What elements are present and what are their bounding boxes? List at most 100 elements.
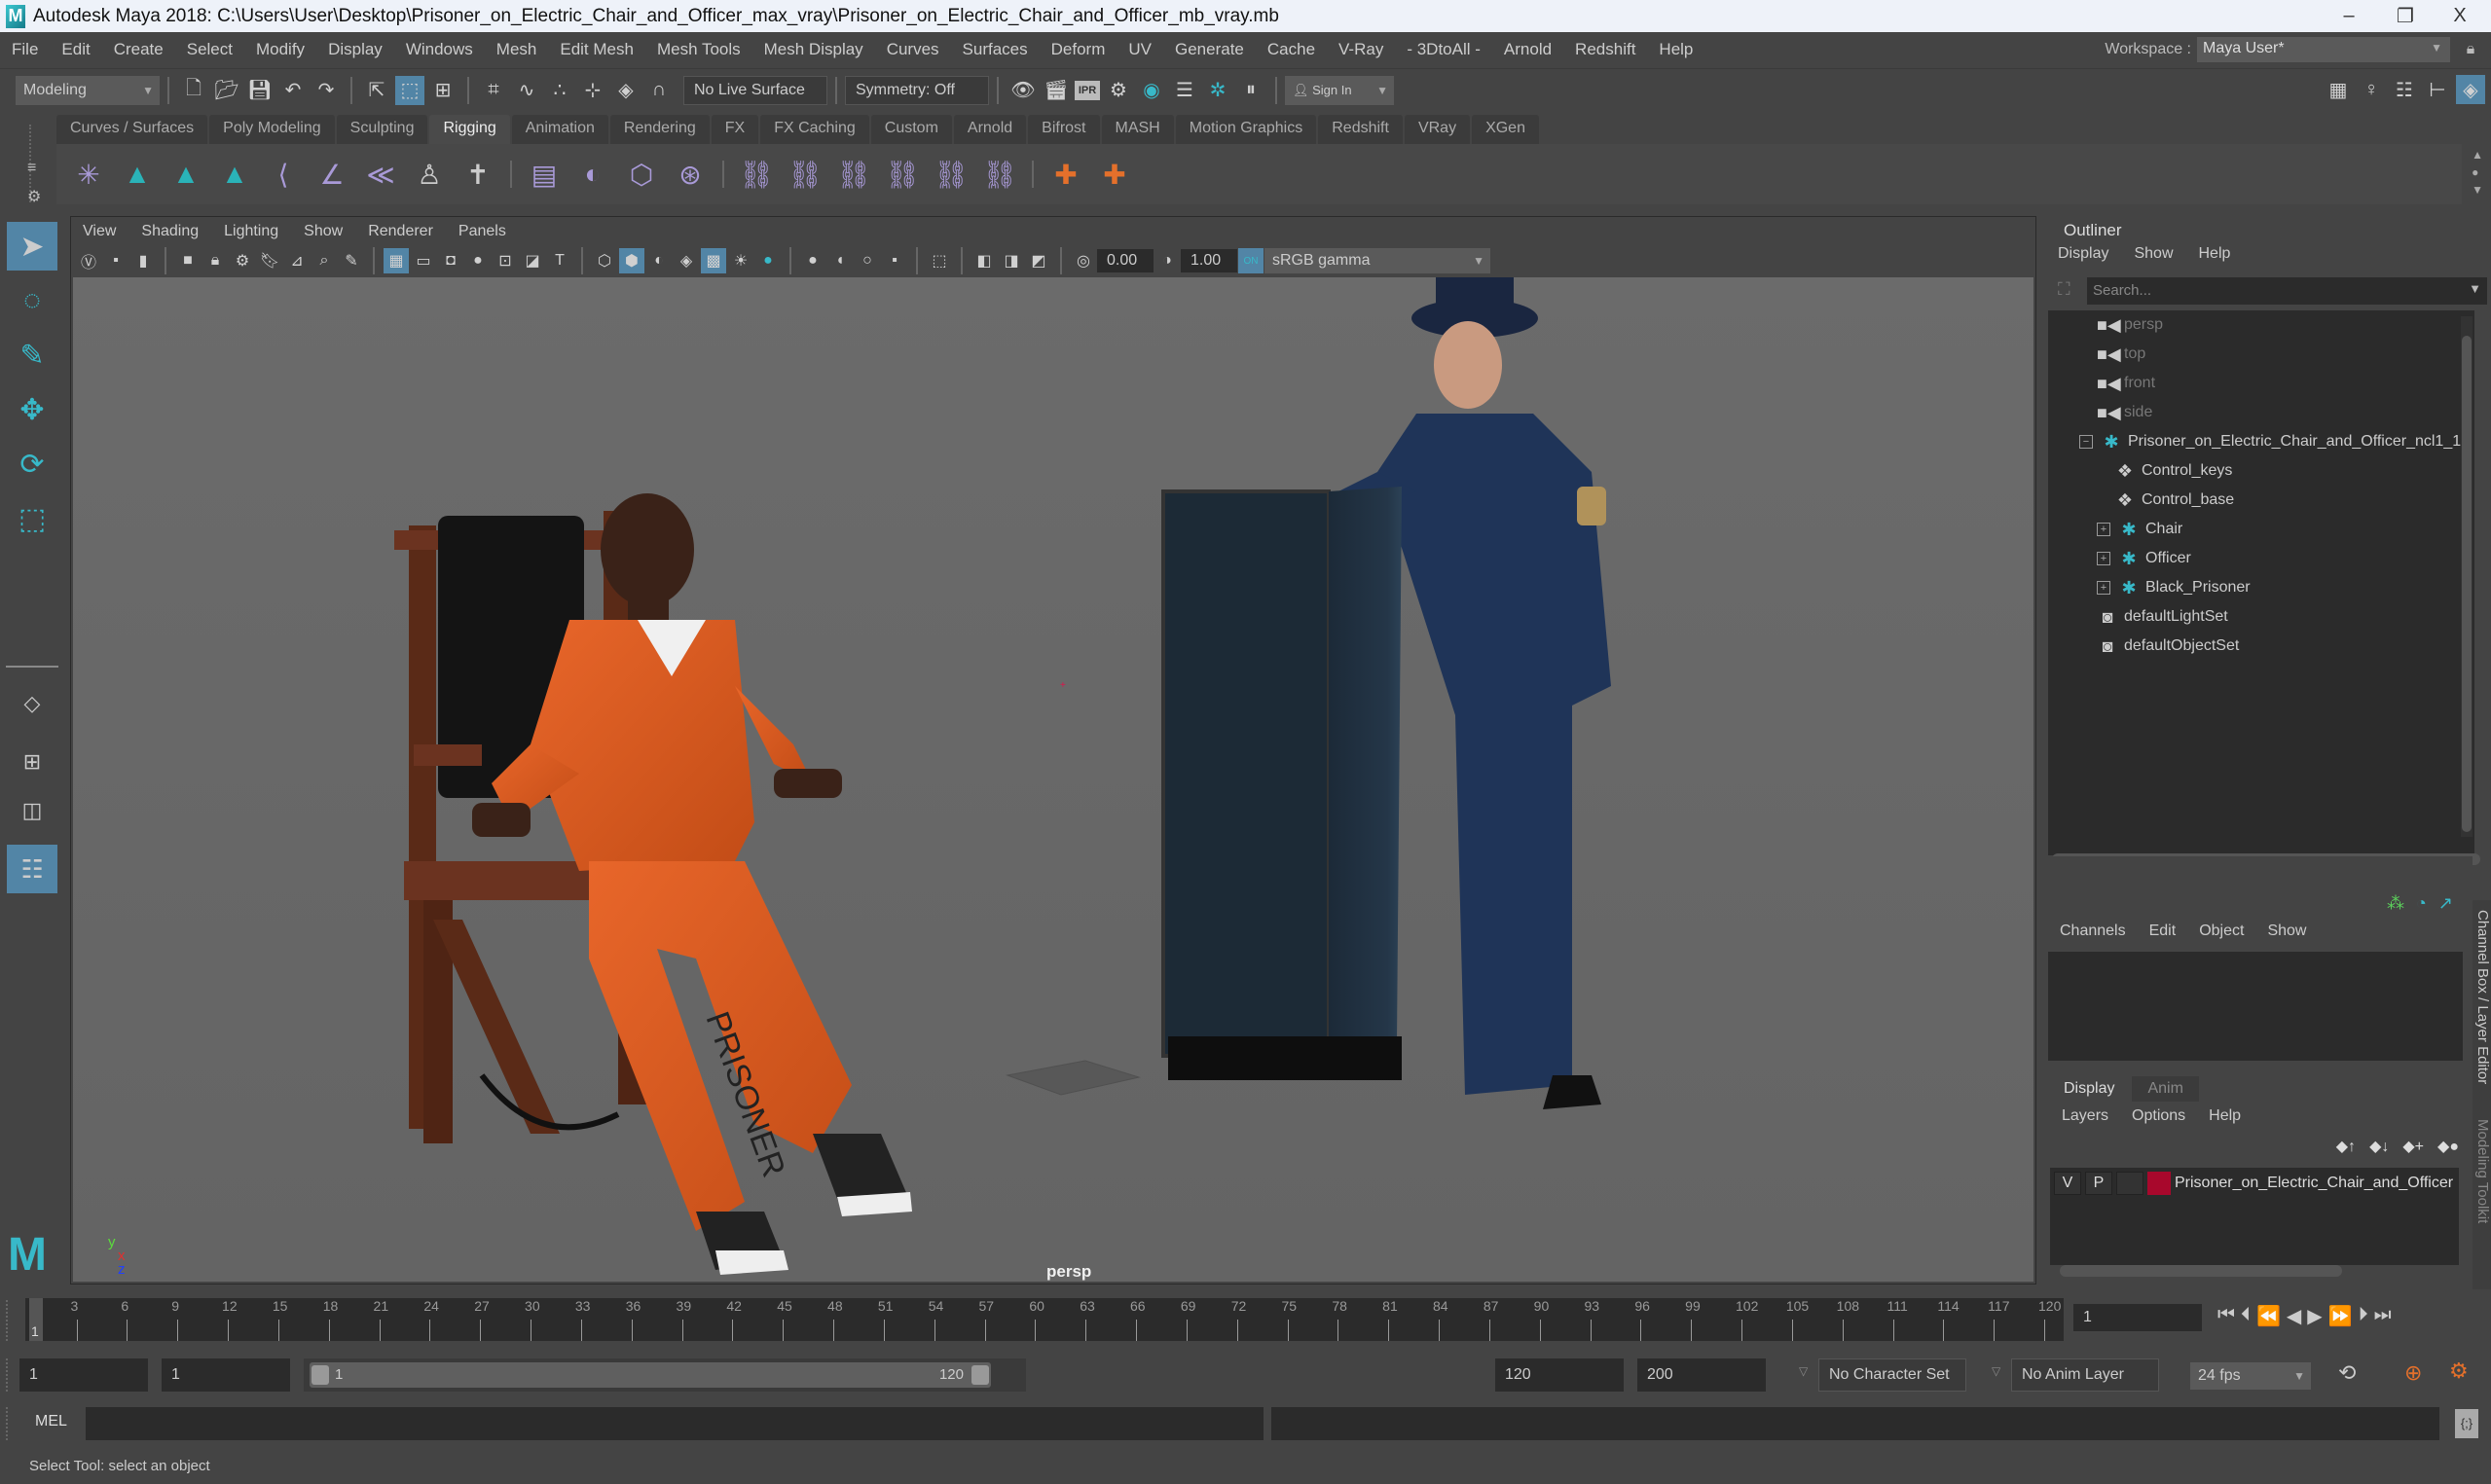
select-tool-icon[interactable]: ➤ <box>7 222 57 271</box>
snap-view-plane-icon[interactable]: ⊹ <box>578 76 607 105</box>
bind-skin-icon[interactable]: ♙ <box>409 154 450 195</box>
safe-title-icon[interactable]: T <box>547 248 572 273</box>
outliner-item-default-light-set[interactable]: ◙ defaultLightSet <box>2097 602 2228 632</box>
outliner-item-black-prisoner[interactable]: + ✱ Black_Prisoner <box>2097 573 2251 602</box>
locator-icon[interactable]: ✚ <box>1045 154 1086 195</box>
paint-select-tool-icon[interactable]: ✎ <box>7 331 57 380</box>
outliner-item-top[interactable]: ■◀︎ top <box>2097 340 2145 369</box>
animation-preferences-icon[interactable]: ⚙ <box>2449 1358 2469 1384</box>
shadows-icon[interactable]: ● <box>755 248 781 273</box>
outliner-item-root-group[interactable]: − ✱ Prisoner_on_Electric_Chair_and_Officer… <box>2079 427 2461 456</box>
shelf-tab-bifrost[interactable]: Bifrost <box>1028 115 1100 144</box>
speed-icon[interactable]: ◔ <box>2416 893 2427 914</box>
menu-help[interactable]: Help <box>1647 40 1704 59</box>
layer-color-swatch[interactable] <box>2147 1172 2171 1195</box>
wireframe-on-shaded-icon[interactable]: ◐ <box>646 248 672 273</box>
channel-box-icon[interactable]: ◈ <box>2456 75 2485 104</box>
camera-settings-icon[interactable]: ⚙ <box>230 248 255 273</box>
mel-input[interactable] <box>86 1407 1264 1440</box>
motion-blur-icon[interactable]: ◖ <box>827 248 853 273</box>
workspace-dropdown[interactable]: Maya User* <box>2197 37 2450 62</box>
outliner-vscrollbar[interactable] <box>2461 316 2473 837</box>
ik-spline-icon[interactable]: ≪ <box>360 154 401 195</box>
xray-active-icon[interactable]: ◨ <box>999 248 1024 273</box>
new-scene-icon[interactable]: 🗋 <box>179 76 208 105</box>
anim-end-field[interactable]: 120 <box>1495 1358 1624 1392</box>
pause-icon[interactable]: ⏸ <box>1236 76 1265 105</box>
layer-menu-options[interactable]: Options <box>2132 1107 2185 1125</box>
pole-vector-icon[interactable]: ⛓ <box>979 154 1020 195</box>
shelf-tab-rendering[interactable]: Rendering <box>609 115 710 144</box>
expand-toggle[interactable]: + <box>2097 581 2110 595</box>
textured-icon[interactable]: ◈ <box>674 248 699 273</box>
shelf-scroll[interactable]: ▲ ● ▼ <box>2472 146 2483 199</box>
layer-menu-help[interactable]: Help <box>2209 1107 2241 1125</box>
menu-redshift[interactable]: Redshift <box>1563 40 1647 59</box>
collapse-toggle[interactable]: − <box>2079 435 2093 449</box>
end-time-field[interactable]: 200 <box>1637 1358 1766 1392</box>
outliner-menu-display[interactable]: Display <box>2058 245 2108 263</box>
shelf-settings-icon[interactable]: ⚙ <box>27 187 41 206</box>
channel-menu-channels[interactable]: Channels <box>2060 923 2126 940</box>
snap-live-icon[interactable]: ◈ <box>611 76 641 105</box>
menu-windows[interactable]: Windows <box>394 40 485 59</box>
render-setup-icon[interactable]: ☰ <box>1170 76 1199 105</box>
four-view-layout-icon[interactable]: ⊞ <box>7 738 57 786</box>
shelf-tab-custom[interactable]: Custom <box>870 115 952 144</box>
character-controls-icon[interactable]: ♀ <box>2357 75 2386 104</box>
gamma-field[interactable]: 1.00 <box>1181 249 1237 272</box>
modeling-toolkit-icon[interactable]: ▦ <box>2324 75 2353 104</box>
menu-select[interactable]: Select <box>175 40 244 59</box>
rotate-tool-icon[interactable]: ⟳ <box>7 440 57 489</box>
shelf-tab-vray[interactable]: VRay <box>1404 115 1471 144</box>
hypershade-icon[interactable]: ◉ <box>1137 76 1166 105</box>
outliner-search-input[interactable]: Search... <box>2087 277 2487 305</box>
menu-modify[interactable]: Modify <box>244 40 316 59</box>
menu-edit-mesh[interactable]: Edit Mesh <box>548 40 645 59</box>
xray-icon[interactable]: ◧ <box>971 248 997 273</box>
anim-layer-arrow-icon[interactable]: ▽ <box>1992 1364 2000 1378</box>
xray-joints-icon[interactable]: ◩ <box>1026 248 1051 273</box>
outliner-item-chair[interactable]: + ✱ Chair <box>2097 515 2182 544</box>
script-editor-icon[interactable]: {;} <box>2455 1409 2478 1438</box>
point-constraint-icon[interactable]: ⛓ <box>785 154 825 195</box>
snap-point-icon[interactable]: ∴ <box>545 76 574 105</box>
field-chart-icon[interactable]: ⊡ <box>493 248 518 273</box>
snap-magnet-icon[interactable]: ∩ <box>644 76 674 105</box>
menu-uv[interactable]: UV <box>1117 40 1163 59</box>
menu-vray[interactable]: V-Ray <box>1327 40 1395 59</box>
menu-arnold[interactable]: Arnold <box>1492 40 1563 59</box>
play-backwards-icon[interactable]: ◀ <box>2287 1304 2301 1328</box>
mel-label[interactable]: MEL <box>35 1413 67 1430</box>
shelf-tab-sculpting[interactable]: Sculpting <box>336 115 428 144</box>
panel-menu-panels[interactable]: Panels <box>458 223 506 240</box>
save-scene-icon[interactable]: 💾︎ <box>245 76 275 105</box>
outliner-item-default-object-set[interactable]: ◙ defaultObjectSet <box>2097 632 2240 661</box>
auto-key-icon[interactable]: ⊕ <box>2404 1360 2422 1386</box>
scale-constraint-icon[interactable]: ⛓ <box>882 154 923 195</box>
range-start-handle[interactable] <box>311 1365 329 1385</box>
layer-visibility-toggle[interactable]: V <box>2054 1172 2081 1195</box>
joint-tool-icon[interactable]: ✳ <box>68 154 109 195</box>
grid-icon[interactable]: ▦ <box>384 248 409 273</box>
lock-icon[interactable]: 🔒︎ <box>2460 41 2481 58</box>
play-forwards-icon[interactable]: ▶ <box>2307 1304 2322 1328</box>
depth-of-field-icon[interactable]: ▪ <box>882 248 907 273</box>
color-management-toggle-icon[interactable]: ON <box>1238 248 1264 273</box>
layer-display-type-toggle[interactable] <box>2116 1172 2143 1195</box>
snap-grid-icon[interactable]: ⌗ <box>479 76 508 105</box>
range-end-handle[interactable] <box>971 1365 989 1385</box>
move-layer-up-icon[interactable]: ◆↑ <box>2336 1137 2356 1156</box>
shelf-tab-fx[interactable]: FX <box>711 115 759 144</box>
sign-in-dropdown[interactable]: 👤︎ Sign In ▼ <box>1285 75 1394 105</box>
outliner-item-control-keys[interactable]: ❖ Control_keys <box>2114 456 2232 486</box>
mel-grip[interactable] <box>6 1407 12 1440</box>
start-time-field[interactable]: 1 <box>19 1358 148 1392</box>
image-plane-icon[interactable]: ⊿ <box>284 248 310 273</box>
time-slider-track[interactable]: 3 6 9 12 15 18 21 24 27 30 33 36 39 42 45 48 51 54 57 60 63 6… <box>25 1298 2064 1341</box>
render-settings-icon[interactable]: ⚙ <box>1104 76 1133 105</box>
channel-menu-edit[interactable]: Edit <box>2149 923 2177 940</box>
2d-pan-zoom-icon[interactable]: ⌕ <box>311 248 337 273</box>
tool-settings-icon[interactable]: ⊢ <box>2423 75 2452 104</box>
channel-menu-show[interactable]: Show <box>2267 923 2306 940</box>
